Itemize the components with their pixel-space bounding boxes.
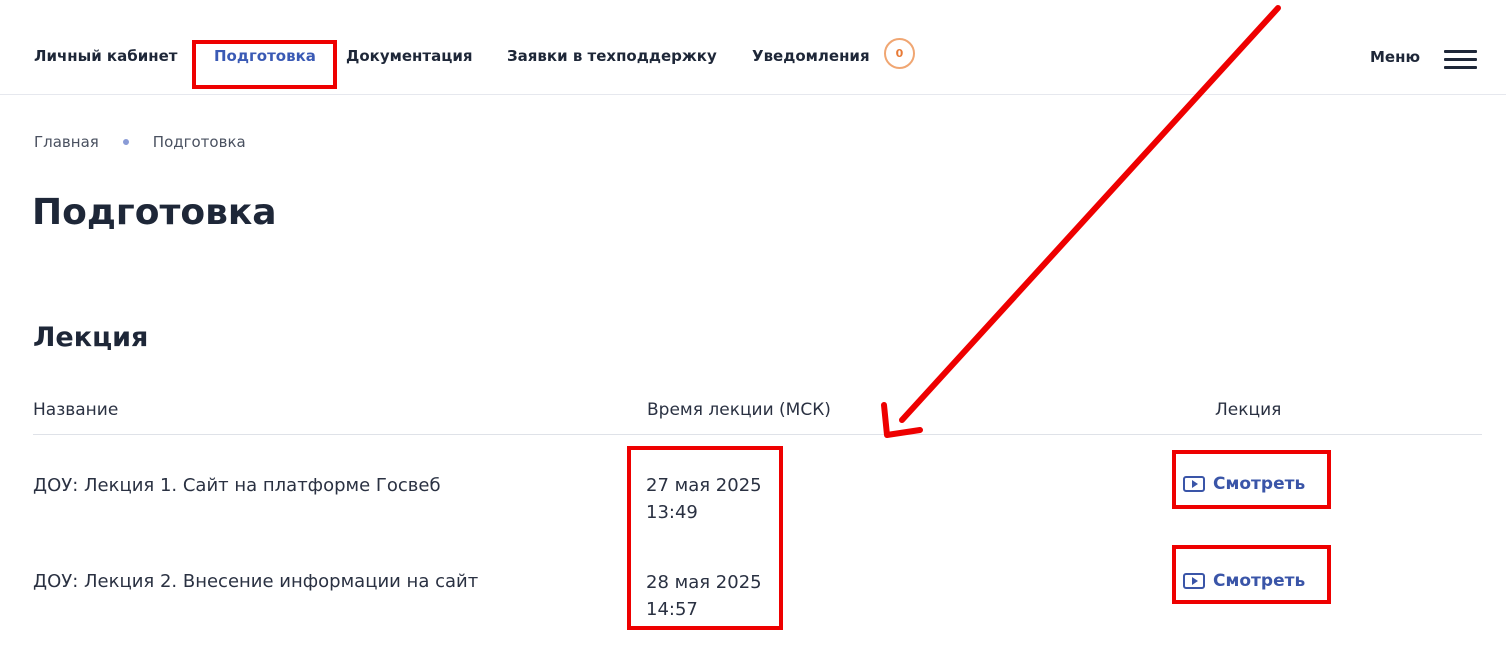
column-header-lecture: Лекция bbox=[1215, 400, 1282, 420]
menu-label[interactable]: Меню bbox=[1370, 48, 1420, 66]
page-title: Подготовка bbox=[32, 192, 277, 233]
watch-button-label: Смотреть bbox=[1213, 571, 1306, 591]
nav-support-requests[interactable]: Заявки в техподдержку bbox=[507, 47, 717, 65]
hamburger-menu-icon[interactable] bbox=[1444, 50, 1477, 70]
watch-button[interactable]: Смотреть bbox=[1183, 474, 1305, 494]
nav-documentation[interactable]: Документация bbox=[346, 47, 473, 65]
column-header-name: Название bbox=[33, 400, 119, 420]
play-icon bbox=[1183, 573, 1205, 589]
nav-notifications[interactable]: Уведомления bbox=[752, 47, 870, 65]
column-header-time: Время лекции (МСК) bbox=[647, 400, 831, 420]
section-title: Лекция bbox=[33, 322, 149, 353]
lecture-name: ДОУ: Лекция 2. Внесение информации на са… bbox=[33, 571, 479, 592]
nav-personal-account[interactable]: Личный кабинет bbox=[34, 47, 177, 65]
lecture-clock: 13:49 bbox=[646, 502, 698, 523]
play-icon bbox=[1183, 476, 1205, 492]
lecture-date: 27 мая 2025 bbox=[646, 475, 762, 496]
breadcrumb: Главная Подготовка bbox=[34, 133, 246, 151]
breadcrumb-separator-icon bbox=[122, 139, 129, 145]
annotation-arrow bbox=[881, 5, 1281, 438]
breadcrumb-home[interactable]: Главная bbox=[34, 133, 99, 151]
watch-button[interactable]: Смотреть bbox=[1183, 571, 1305, 591]
watch-button-label: Смотреть bbox=[1213, 474, 1306, 494]
lecture-clock: 14:57 bbox=[646, 599, 698, 620]
lecture-name: ДОУ: Лекция 1. Сайт на платформе Госвеб bbox=[33, 475, 441, 496]
breadcrumb-current: Подготовка bbox=[152, 133, 246, 151]
top-navigation: Личный кабинет Подготовка Документация З… bbox=[0, 0, 1506, 95]
lecture-date: 28 мая 2025 bbox=[646, 572, 762, 593]
page: Личный кабинет Подготовка Документация З… bbox=[0, 0, 1506, 651]
lecture-time: 27 мая 2025 13:49 bbox=[646, 472, 762, 526]
notifications-count-badge[interactable]: 0 bbox=[884, 38, 915, 69]
lecture-time: 28 мая 2025 14:57 bbox=[646, 569, 762, 623]
table-header-divider bbox=[33, 434, 1482, 435]
nav-preparation[interactable]: Подготовка bbox=[214, 47, 316, 65]
